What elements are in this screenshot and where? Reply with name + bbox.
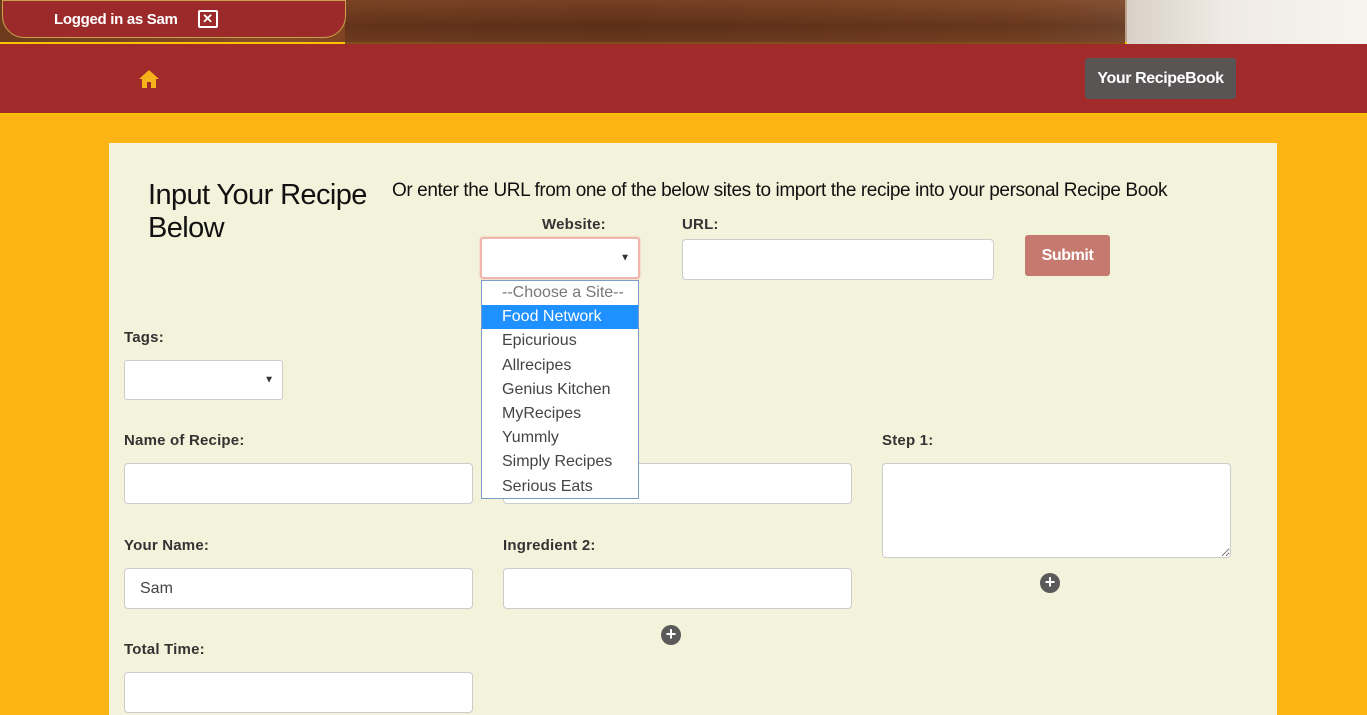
dropdown-option[interactable]: Genius Kitchen [482, 378, 638, 402]
dropdown-option[interactable]: Serious Eats [482, 475, 638, 499]
navbar: Your RecipeBook [0, 44, 1367, 115]
website-label: Website: [542, 216, 606, 233]
total-time-input[interactable] [124, 672, 473, 713]
banner-wood-image [345, 0, 1125, 44]
import-instructions: Or enter the URL from one of the below s… [392, 180, 1168, 201]
your-recipebook-button[interactable]: Your RecipeBook [1085, 58, 1236, 99]
step-1-textarea[interactable] [882, 463, 1231, 558]
dropdown-option-selected[interactable]: Food Network [482, 305, 638, 330]
ingredient-2-label: Ingredient 2: [503, 537, 596, 554]
caret-down-icon: ▼ [264, 374, 274, 386]
website-select[interactable]: ▼ [480, 237, 640, 279]
add-ingredient-plus-icon[interactable]: + [661, 625, 681, 645]
login-status-text: Logged in as Sam [54, 10, 178, 28]
login-status-pill: Logged in as Sam ✕ [2, 0, 346, 38]
add-step-plus-icon[interactable]: + [1040, 573, 1060, 593]
banner-napkin-image [1127, 0, 1367, 44]
caret-down-icon: ▼ [620, 252, 630, 264]
dropdown-option[interactable]: --Choose a Site-- [482, 281, 638, 305]
your-name-label: Your Name: [124, 537, 210, 554]
tags-select[interactable]: ▼ [124, 360, 283, 400]
submit-button[interactable]: Submit [1025, 235, 1110, 276]
dropdown-option[interactable]: Epicurious [482, 329, 638, 353]
dropdown-option[interactable]: MyRecipes [482, 402, 638, 426]
your-name-input[interactable]: Sam [124, 568, 473, 609]
your-name-value: Sam [140, 579, 173, 597]
recipe-name-label: Name of Recipe: [124, 432, 245, 449]
url-input[interactable] [682, 239, 994, 280]
top-banner: Logged in as Sam ✕ [0, 0, 1367, 44]
page-title: Input Your Recipe Below [148, 179, 367, 244]
logout-close-icon[interactable]: ✕ [197, 10, 218, 28]
dropdown-option[interactable]: Allrecipes [482, 354, 638, 378]
dropdown-option[interactable]: Simply Recipes [482, 450, 638, 474]
ingredient-2-input[interactable] [503, 568, 852, 609]
step-1-label: Step 1: [882, 432, 934, 449]
dropdown-option[interactable]: Yummly [482, 426, 638, 450]
recipe-name-input[interactable] [124, 463, 473, 504]
url-label: URL: [682, 216, 719, 233]
home-icon[interactable] [138, 69, 160, 89]
tags-label: Tags: [124, 329, 164, 346]
website-dropdown-list: --Choose a Site-- Food Network Epicuriou… [481, 280, 639, 499]
total-time-label: Total Time: [124, 641, 205, 658]
